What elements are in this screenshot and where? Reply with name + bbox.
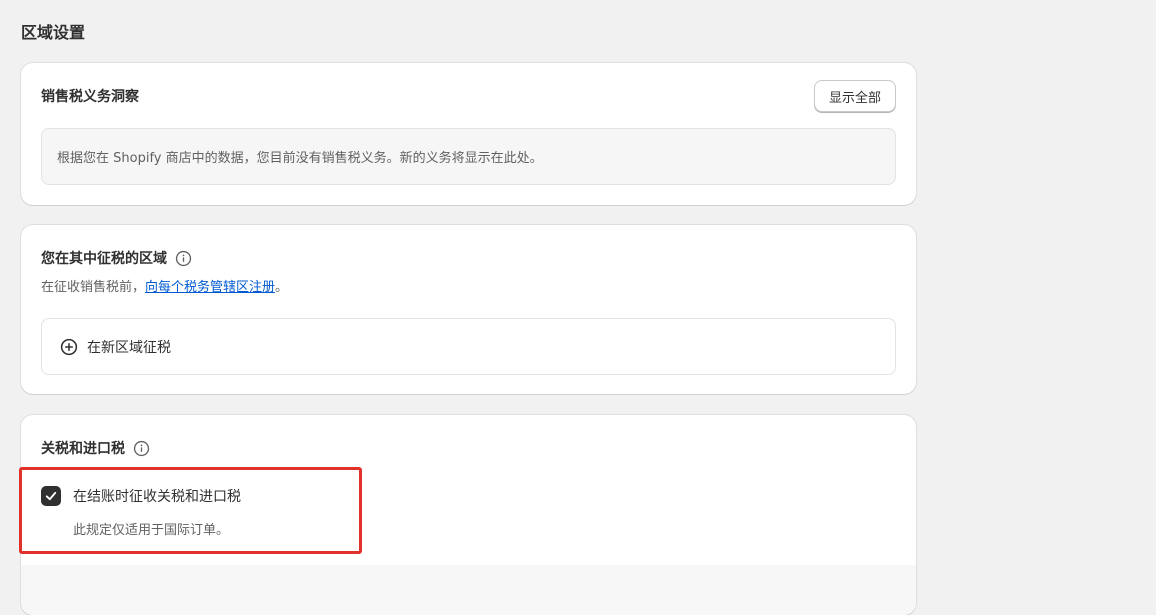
plus-circle-icon: [60, 338, 78, 356]
tax-regions-card: 您在其中征税的区域 在征收销售税前，向每个税务管辖区注册。 在新区域征税: [21, 225, 916, 394]
tax-regions-subtitle-prefix: 在征收销售税前，: [41, 280, 146, 295]
collect-duties-checkbox-label: 在结账时征收关税和进口税: [73, 489, 241, 505]
sales-tax-insights-title: 销售税义务洞察: [41, 86, 139, 106]
show-all-button[interactable]: 显示全部: [813, 80, 896, 112]
sales-tax-insights-title-text: 销售税义务洞察: [41, 89, 139, 105]
tax-regions-subtitle: 在征收销售税前，向每个税务管辖区注册。: [41, 276, 288, 295]
tax-regions-title: 您在其中征税的区域: [41, 248, 192, 268]
collect-duties-checkbox-row[interactable]: 在结账时征收关税和进口税: [41, 486, 241, 506]
info-icon[interactable]: [133, 440, 150, 457]
sales-tax-info-box: 根据您在 Shopify 商店中的数据，您目前没有销售税义务。新的义务将显示在此…: [41, 128, 896, 185]
card-footer-strip: [21, 565, 916, 615]
duties-import-tax-card: 关税和进口税 在结账时征收关税和进口税 此规定仅适用于国际订单。: [21, 415, 916, 615]
duties-import-tax-title: 关税和进口税: [41, 438, 150, 458]
collect-duties-checkbox[interactable]: [41, 486, 61, 506]
info-icon[interactable]: [175, 250, 192, 267]
collect-tax-new-region-label: 在新区域征税: [87, 339, 171, 356]
tax-regions-title-text: 您在其中征税的区域: [41, 251, 167, 267]
register-jurisdictions-link[interactable]: 向每个税务管辖区注册: [145, 280, 275, 295]
page-title: 区域设置: [21, 23, 86, 42]
duties-import-tax-title-text: 关税和进口税: [41, 441, 125, 457]
sales-tax-insights-card: 销售税义务洞察 显示全部 根据您在 Shopify 商店中的数据，您目前没有销售…: [21, 63, 916, 205]
collect-duties-helper-text: 此规定仅适用于国际订单。: [73, 523, 230, 538]
checkmark-icon: [45, 491, 57, 501]
tax-regions-subtitle-suffix: 。: [275, 280, 289, 295]
sales-tax-info-text: 根据您在 Shopify 商店中的数据，您目前没有销售税义务。新的义务将显示在此…: [57, 151, 543, 166]
collect-tax-new-region-button[interactable]: 在新区域征税: [41, 318, 896, 375]
